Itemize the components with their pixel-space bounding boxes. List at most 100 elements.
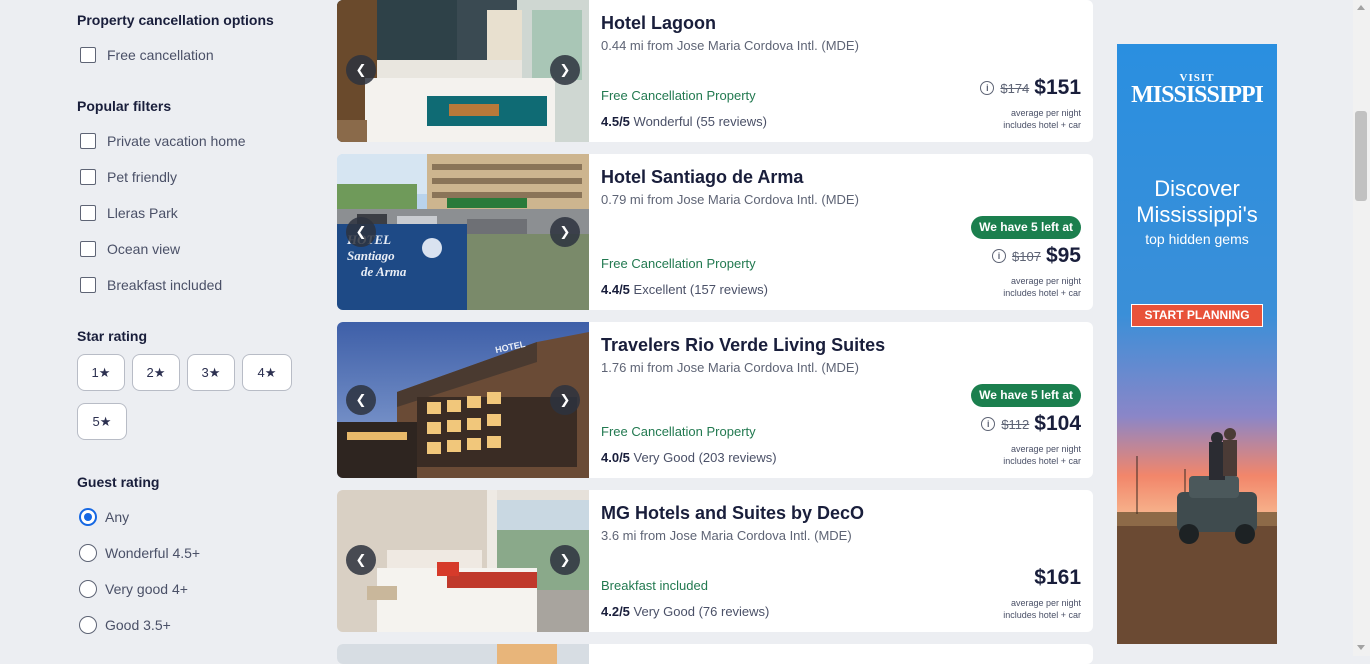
radio-selected[interactable] (79, 508, 97, 526)
rating-text: Very Good (76 reviews) (633, 604, 770, 619)
previous-photo-button[interactable]: ❮ (346, 385, 376, 415)
star-4-button[interactable]: 4★ (242, 354, 292, 391)
price-note-line1: average per night (1010, 108, 1081, 118)
price-note-line2: includes hotel + car (1003, 288, 1081, 298)
hotel-photo[interactable]: HOTEL Santiago de Arma ❮ ❯ (337, 154, 589, 310)
hotel-rating: 4.4/5 Excellent (157 reviews) (601, 282, 768, 297)
price-note-line2: includes hotel + car (1003, 456, 1081, 466)
hotel-photo[interactable]: ❮ ❯ (337, 490, 589, 632)
hotel-card[interactable]: HOTEL ❮ ❯ Travelers Rio Verde Living Sui… (337, 322, 1093, 478)
checkbox-label: Ocean view (107, 241, 181, 257)
star-2-button[interactable]: 2★ (132, 354, 180, 391)
star-rating-title: Star rating (77, 328, 148, 344)
hotel-distance: 1.76 mi from Jose Maria Cordova Intl. (M… (601, 360, 859, 375)
checkbox[interactable] (80, 205, 96, 221)
checkbox-label: Pet friendly (107, 169, 178, 185)
hotel-feature: Free Cancellation Property (601, 424, 756, 439)
scroll-up-icon[interactable] (1357, 5, 1365, 10)
checkbox[interactable] (80, 277, 96, 293)
current-price: $151 (1034, 76, 1081, 99)
rating-score: 4.2/5 (601, 604, 630, 619)
star-1-button[interactable]: 1★ (77, 354, 125, 391)
star-3-button[interactable]: 3★ (187, 354, 235, 391)
radio[interactable] (79, 616, 97, 634)
filter-private-vacation-home[interactable]: Private vacation home (80, 133, 246, 149)
hotel-feature: Free Cancellation Property (601, 88, 756, 103)
old-price: $174 (1000, 80, 1030, 96)
hotel-name[interactable]: MG Hotels and Suites by DecO (601, 503, 864, 524)
checkbox[interactable] (80, 47, 96, 63)
hotel-rating: 4.2/5 Very Good (76 reviews) (601, 604, 769, 619)
ad-headline-2: Mississippi's (1136, 202, 1258, 227)
old-price: $112 (1001, 416, 1030, 432)
previous-photo-button[interactable]: ❮ (346, 217, 376, 247)
checkbox-label: Lleras Park (107, 205, 178, 221)
price-note: average per night includes hotel + car (1003, 443, 1081, 467)
filter-free-cancellation[interactable]: Free cancellation (80, 47, 214, 63)
hotel-card[interactable]: HOTEL Santiago de Arma ❮ ❯ Hotel Santiag… (337, 154, 1093, 310)
next-photo-button[interactable]: ❯ (550, 545, 580, 575)
hotel-card-partial[interactable] (337, 644, 1093, 664)
start-planning-button[interactable]: START PLANNING (1131, 304, 1263, 327)
guest-rating-title: Guest rating (77, 474, 160, 490)
rating-score: 4.5/5 (601, 114, 630, 129)
hotel-feature: Free Cancellation Property (601, 256, 756, 271)
hotel-card[interactable]: ❮ ❯ Hotel Lagoon 0.44 mi from Jose Maria… (337, 0, 1093, 142)
checkbox-label: Breakfast included (107, 277, 223, 293)
guest-rating-good[interactable]: Good 3.5+ (79, 616, 171, 634)
guest-rating-very-good[interactable]: Very good 4+ (79, 580, 188, 598)
rating-text: Very Good (203 reviews) (633, 450, 777, 465)
page-scrollbar[interactable] (1353, 0, 1370, 656)
current-price: $161 (1034, 566, 1081, 589)
filter-pet-friendly[interactable]: Pet friendly (80, 169, 177, 185)
rating-text: Wonderful (55 reviews) (633, 114, 767, 129)
hotel-photo[interactable]: ❮ ❯ (337, 0, 589, 142)
hotel-card[interactable]: ❮ ❯ MG Hotels and Suites by DecO 3.6 mi … (337, 490, 1093, 632)
rating-score: 4.4/5 (601, 282, 630, 297)
availability-badge: We have 5 left at (971, 216, 1081, 239)
hotel-name[interactable]: Hotel Santiago de Arma (601, 167, 803, 188)
scroll-down-icon[interactable] (1357, 645, 1365, 650)
guest-rating-any[interactable]: Any (79, 508, 129, 526)
radio-label: Any (105, 509, 130, 525)
previous-photo-button[interactable]: ❮ (346, 55, 376, 85)
price-note-line2: includes hotel + car (1003, 120, 1081, 130)
hotel-rating: 4.0/5 Very Good (203 reviews) (601, 450, 777, 465)
previous-photo-button[interactable]: ❮ (346, 545, 376, 575)
checkbox[interactable] (80, 169, 96, 185)
hotel-photo[interactable] (337, 644, 589, 664)
filter-lleras-park[interactable]: Lleras Park (80, 205, 178, 221)
rating-score: 4.0/5 (601, 450, 630, 465)
hotel-name[interactable]: Travelers Rio Verde Living Suites (601, 335, 885, 356)
filter-breakfast-included[interactable]: Breakfast included (80, 277, 222, 293)
next-photo-button[interactable]: ❯ (550, 217, 580, 247)
guest-rating-wonderful[interactable]: Wonderful 4.5+ (79, 544, 200, 562)
price-line: i $112 $104 (981, 412, 1081, 436)
availability-badge: We have 5 left at (971, 384, 1081, 407)
next-photo-button[interactable]: ❯ (550, 55, 580, 85)
scrollbar-thumb[interactable] (1355, 111, 1367, 201)
radio[interactable] (79, 544, 97, 562)
checkbox-label: Private vacation home (107, 133, 246, 149)
advertisement-banner[interactable]: VISIT MISSISSIPPI Discover Mississippi's… (1117, 44, 1277, 644)
hotel-sign-line: Santiago (347, 248, 395, 263)
checkbox[interactable] (80, 133, 96, 149)
hotel-name[interactable]: Hotel Lagoon (601, 13, 716, 34)
hotel-sign-line: de Arma (361, 264, 407, 279)
next-photo-button[interactable]: ❯ (550, 385, 580, 415)
ad-logo: MISSISSIPPI (1131, 82, 1264, 108)
filter-ocean-view[interactable]: Ocean view (80, 241, 180, 257)
price-note-line2: includes hotel + car (1003, 610, 1081, 620)
old-price: $107 (1012, 248, 1041, 264)
radio[interactable] (79, 580, 97, 598)
star-5-button[interactable]: 5★ (77, 403, 127, 440)
rating-text: Excellent (157 reviews) (633, 282, 768, 297)
checkbox[interactable] (80, 241, 96, 257)
hotel-photo[interactable]: HOTEL ❮ ❯ (337, 322, 589, 478)
radio-label: Very good 4+ (105, 581, 188, 597)
info-icon[interactable]: i (981, 417, 996, 431)
info-icon[interactable]: i (980, 81, 995, 95)
price-note: average per night includes hotel + car (1003, 597, 1081, 621)
price-line: i $174 $151 (980, 76, 1081, 100)
info-icon[interactable]: i (992, 249, 1007, 263)
